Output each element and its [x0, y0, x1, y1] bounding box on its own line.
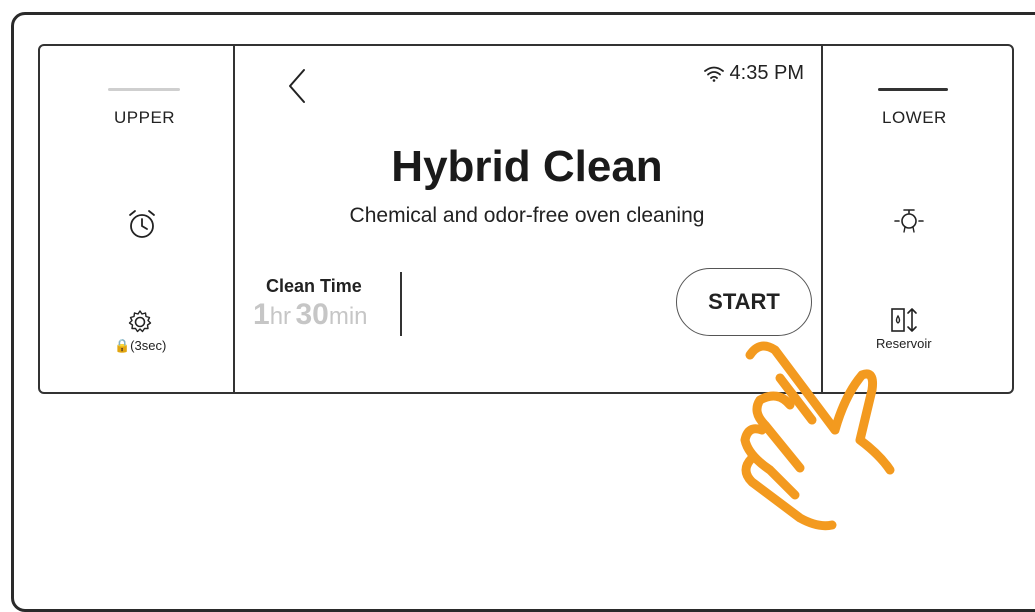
lock-3sec-label: 🔒(3sec)	[114, 338, 167, 353]
timer-icon	[129, 210, 155, 238]
control-panel: UPPER 🔒(3sec) 4:35 PM Hybrid Clean Chemi…	[38, 44, 1014, 394]
right-divider	[821, 46, 823, 392]
clean-hours: 1	[253, 298, 270, 331]
mode-title: Hybrid Clean	[391, 142, 663, 191]
reservoir-button[interactable]: Reservoir	[876, 306, 932, 351]
upper-oven-label[interactable]: UPPER	[114, 108, 175, 128]
upper-active-indicator	[108, 88, 180, 91]
status-bar: 4:35 PM	[703, 62, 804, 85]
clock-time: 4:35 PM	[729, 62, 804, 84]
reservoir-icon	[891, 308, 917, 332]
wifi-icon	[703, 66, 724, 82]
clean-time-label: Clean Time	[266, 276, 362, 296]
start-button[interactable]: START	[676, 268, 812, 336]
settings-gear-icon	[128, 310, 152, 333]
light-bulb-icon	[894, 209, 924, 233]
light-button[interactable]	[892, 204, 926, 238]
back-arrow-icon	[289, 69, 305, 103]
clean-minutes: 30	[295, 298, 329, 331]
settings-button[interactable]: 🔒(3sec)	[114, 308, 166, 354]
clean-time-value[interactable]: 1hr 30min	[253, 298, 368, 332]
clean-minutes-unit: min	[328, 303, 368, 330]
lower-active-indicator	[878, 88, 948, 91]
reservoir-label: Reservoir	[876, 336, 932, 351]
clean-hours-unit: hr	[269, 303, 292, 330]
mode-subtitle: Chemical and odor-free oven cleaning	[349, 204, 705, 227]
back-button[interactable]	[286, 68, 308, 109]
timer-button[interactable]	[124, 206, 160, 242]
clean-time-separator	[400, 272, 402, 336]
lower-oven-label[interactable]: LOWER	[882, 108, 947, 128]
